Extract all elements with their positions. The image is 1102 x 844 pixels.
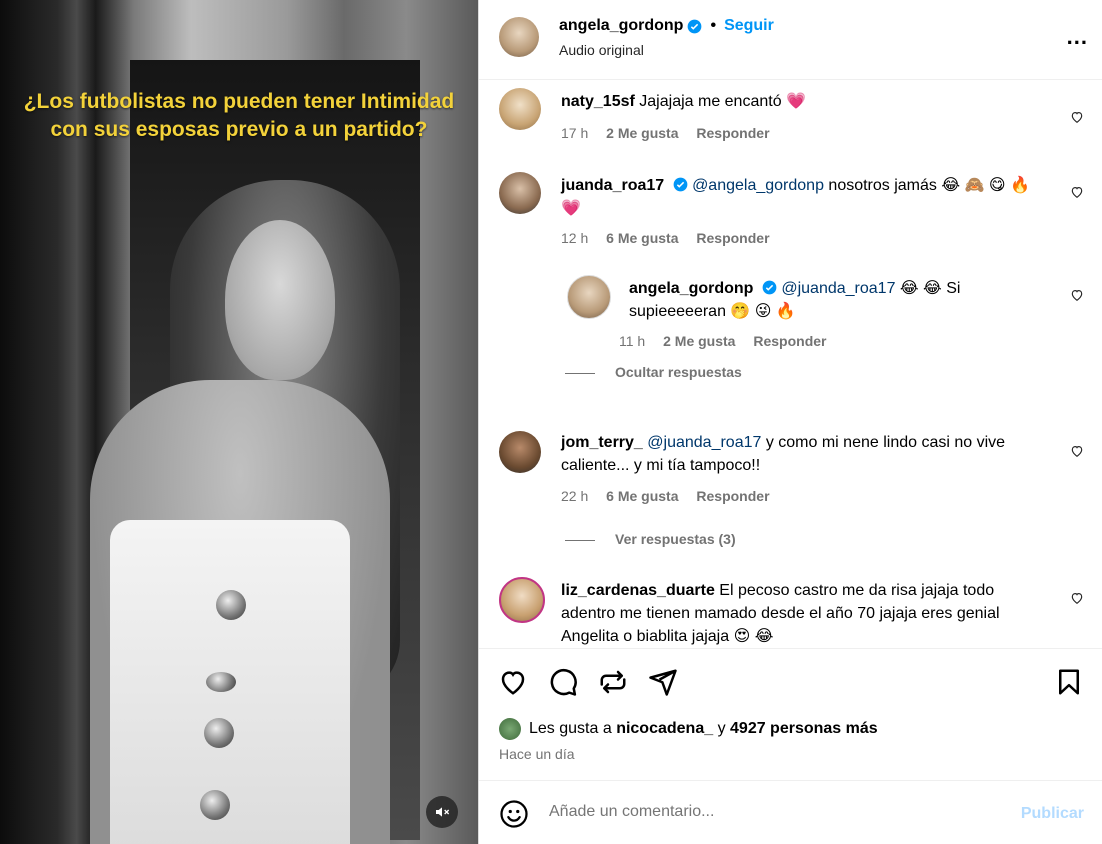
author-username[interactable]: angela_gordonp — [559, 17, 683, 35]
comments-list[interactable]: naty_15sf Jajajaja me encantó 💗 17 h 2 M… — [479, 80, 1102, 648]
comment-time[interactable]: 11 h — [619, 333, 645, 349]
more-options-icon: ... — [1066, 24, 1088, 49]
comment-body: juanda_roa17 @angela_gordonp nosotros ja… — [561, 174, 1052, 220]
video-person-face — [225, 220, 335, 380]
post-dialog: ¿Los futbolistas no pueden tener Intimid… — [0, 0, 1102, 844]
speaker-muted-icon — [436, 807, 450, 817]
commenter-username[interactable]: liz_cardenas_duarte — [561, 582, 715, 599]
separator-dot: • — [710, 17, 717, 34]
commenter-username[interactable]: jom_terry_ — [561, 434, 643, 451]
reply-button[interactable]: Responder — [696, 488, 769, 504]
post-side-panel: angela_gordonp • Seguir Audio original .… — [478, 0, 1102, 844]
commenter-avatar[interactable] — [499, 431, 541, 473]
comment-likes[interactable]: 2 Me gusta — [606, 125, 678, 141]
comment-mention[interactable]: @angela_gordonp — [692, 177, 824, 194]
comment-body: jom_terry_ @juanda_roa17 y como mi nene … — [561, 431, 1052, 477]
comment-mention[interactable]: @juanda_roa17 — [647, 434, 761, 451]
liker-avatar[interactable] — [499, 718, 521, 740]
commenter-username[interactable]: naty_15sf — [561, 93, 635, 110]
commenter-avatar[interactable] — [499, 88, 541, 130]
mute-button[interactable] — [426, 796, 458, 828]
comment-time[interactable]: 17 h — [561, 125, 588, 141]
comment-meta: 12 h 6 Me gusta Responder — [561, 230, 784, 246]
replier-avatar[interactable] — [567, 275, 611, 319]
reply-button[interactable]: Responder — [753, 333, 826, 349]
like-comment-heart-icon[interactable] — [1070, 110, 1084, 124]
comment-likes[interactable]: 2 Me gusta — [663, 333, 735, 349]
video-button-detail — [204, 718, 234, 748]
more-options-button[interactable]: ... — [1067, 24, 1088, 50]
verified-badge-icon — [762, 280, 777, 295]
comment-text: Jajajaja me encantó 💗 — [639, 93, 806, 110]
video-button-detail — [200, 790, 230, 820]
reply-button[interactable]: Responder — [696, 230, 769, 246]
like-heart-icon[interactable] — [498, 667, 528, 697]
verified-badge-icon — [688, 19, 702, 33]
comment-body: liz_cardenas_duarte El pecoso castro me … — [561, 579, 1052, 648]
like-comment-heart-icon[interactable] — [1070, 288, 1084, 302]
like-comment-heart-icon[interactable] — [1070, 185, 1084, 199]
video-button-detail — [216, 590, 246, 620]
post-video[interactable]: ¿Los futbolistas no pueden tener Intimid… — [0, 0, 478, 844]
comment-likes[interactable]: 6 Me gusta — [606, 488, 678, 504]
hide-replies-toggle[interactable]: Ocultar respuestas — [565, 364, 742, 380]
commenter-username[interactable]: juanda_roa17 — [561, 177, 664, 194]
hide-replies-label: Ocultar respuestas — [615, 364, 742, 380]
likes-others-link[interactable]: 4927 personas más — [730, 720, 878, 738]
add-comment-bar: Publicar — [479, 780, 1102, 844]
like-comment-heart-icon[interactable] — [1070, 444, 1084, 458]
publish-button[interactable]: Publicar — [1021, 805, 1084, 823]
comment-meta: 22 h 6 Me gusta Responder — [561, 488, 784, 504]
like-comment-heart-icon[interactable] — [1070, 591, 1084, 605]
likes-summary: Les gusta a nicocadena_ y 4927 personas … — [499, 718, 878, 740]
comment-meta: 17 h 2 Me gusta Responder — [561, 125, 784, 141]
audio-original-link[interactable]: Audio original — [559, 42, 644, 58]
comment-body: naty_15sf Jajajaja me encantó 💗 — [561, 90, 1052, 113]
comment-body: angela_gordonp @juanda_roa17 😂 😂 Si supi… — [629, 277, 1052, 323]
post-header: angela_gordonp • Seguir Audio original .… — [479, 0, 1102, 80]
follow-button[interactable]: Seguir — [724, 17, 774, 35]
repost-icon[interactable] — [598, 667, 628, 697]
post-actions-bar — [479, 648, 1102, 716]
add-comment-input[interactable] — [549, 803, 969, 821]
comment-mention[interactable]: @juanda_roa17 — [781, 280, 895, 297]
likes-prefix: Les gusta a — [529, 720, 612, 737]
bookmark-icon[interactable] — [1054, 667, 1084, 697]
verified-badge-icon — [673, 177, 687, 192]
view-replies-toggle[interactable]: Ver respuestas (3) — [565, 531, 736, 547]
author-avatar[interactable] — [499, 17, 539, 57]
commenter-username[interactable]: angela_gordonp — [629, 280, 753, 297]
author-line: angela_gordonp • Seguir — [559, 17, 774, 35]
share-paper-plane-icon[interactable] — [648, 667, 678, 697]
likes-middle: y — [713, 720, 731, 737]
comment-time[interactable]: 22 h — [561, 488, 588, 504]
post-age[interactable]: Hace un día — [499, 746, 575, 762]
commenter-avatar-story[interactable] — [499, 577, 545, 623]
comment-meta: 11 h 2 Me gusta Responder — [619, 333, 840, 349]
toggle-rule — [565, 372, 595, 374]
comment-bubble-icon[interactable] — [548, 667, 578, 697]
comment-likes[interactable]: 6 Me gusta — [606, 230, 678, 246]
reply-button[interactable]: Responder — [696, 125, 769, 141]
comment-time[interactable]: 12 h — [561, 230, 588, 246]
liker-username[interactable]: nicocadena_ — [616, 720, 713, 738]
view-replies-label: Ver respuestas (3) — [615, 531, 736, 547]
emoji-icon[interactable] — [499, 799, 529, 829]
commenter-avatar[interactable] — [499, 172, 541, 214]
video-caption-overlay: ¿Los futbolistas no pueden tener Intimid… — [23, 90, 455, 141]
video-button-detail — [206, 672, 236, 692]
toggle-rule — [565, 539, 595, 541]
